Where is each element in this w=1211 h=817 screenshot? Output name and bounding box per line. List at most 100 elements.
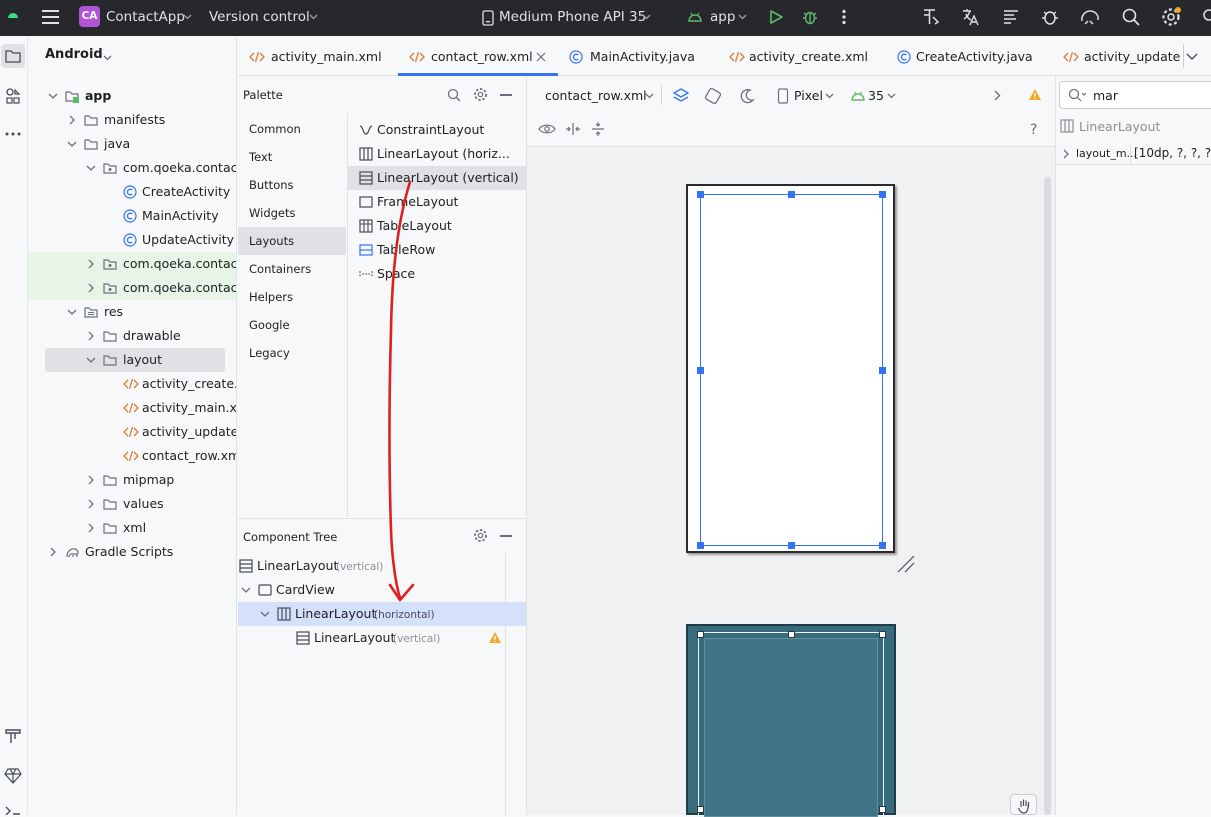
profile-icon[interactable] [1200,9,1211,27]
build-icon[interactable] [4,727,22,745]
chevron-down-icon[interactable] [1186,53,1198,61]
blueprint-preview[interactable] [686,624,896,817]
palette-category-widgets[interactable]: Widgets [238,199,346,227]
terminal-icon[interactable] [4,805,22,815]
tab-activity-create[interactable]: activity_create.xml [728,36,878,76]
hamburger-menu-icon[interactable] [42,9,60,25]
tree-item-layout-file[interactable]: activity_create.xr [28,372,236,396]
tree-item-java[interactable]: java [28,132,236,156]
resize-handle[interactable] [879,191,886,198]
palette-category-google[interactable]: Google [238,311,346,339]
palette-item-linear-layout-vertical[interactable]: LinearLayout (vertical) [348,166,526,190]
device-selector[interactable]: Medium Phone API 35 [499,0,646,36]
device-mirroring-icon[interactable] [1079,7,1101,27]
palette-category-helpers[interactable]: Helpers [238,283,346,311]
orientation-icon[interactable] [704,87,722,105]
resize-handle[interactable] [697,542,704,549]
eye-icon[interactable] [538,123,556,135]
tree-item-test-package[interactable]: com.qoeka.contacta [28,276,236,300]
settings-icon[interactable] [473,528,488,543]
project-tool-button[interactable] [1,44,25,68]
palette-category-containers[interactable]: Containers [238,255,346,283]
resize-handle[interactable] [697,191,704,198]
settings-icon[interactable] [473,87,488,102]
device-preview-selector[interactable]: Pixel [794,88,823,103]
resize-handle[interactable] [697,631,704,638]
component-linear-layout-vertical[interactable]: LinearLayout (vertical) [238,626,526,650]
close-icon[interactable] [536,52,546,62]
attribute-value[interactable]: [10dp, ?, ?, ? [1134,146,1211,160]
attributes-search-input[interactable]: mar [1093,88,1118,103]
tab-activity-update[interactable]: activity_update [1062,36,1182,76]
layout-inspector-icon[interactable] [921,7,941,27]
palette-item-frame-layout[interactable]: FrameLayout [348,190,526,214]
tree-item-main-activity[interactable]: MainActivity [28,204,236,228]
version-control-menu[interactable]: Version control [209,0,310,36]
tree-item-drawable[interactable]: drawable [28,324,236,348]
project-selector[interactable]: ContactApp [106,0,185,36]
palette-item-space[interactable]: Space [348,262,526,286]
gemini-icon[interactable] [4,767,22,785]
attribute-row-layout-margin[interactable]: layout_m... [10dp, ?, ?, ? [1056,143,1211,165]
palette-item-table-row[interactable]: TableRow [348,238,526,262]
layout-file-selector[interactable]: contact_row.xml [545,88,647,103]
run-config-selector[interactable]: app [710,0,735,36]
resize-handle[interactable] [788,542,795,549]
search-icon[interactable] [1121,7,1141,27]
resize-handle[interactable] [697,367,704,374]
tree-item-update-activity[interactable]: UpdateActivity [28,228,236,252]
app-quality-icon[interactable] [1040,7,1060,27]
debug-icon[interactable] [801,8,819,26]
run-icon[interactable] [768,9,784,25]
tab-main-activity[interactable]: MainActivity.java [568,36,708,76]
margin-vertical-icon[interactable] [591,121,605,137]
tree-item-gradle-scripts[interactable]: Gradle Scripts [28,540,236,564]
help-button[interactable]: ? [1030,122,1037,138]
tab-activity-main[interactable]: activity_main.xml [248,36,388,76]
palette-category-legacy[interactable]: Legacy [238,339,346,367]
logcat-icon[interactable] [1001,7,1021,27]
resize-handle[interactable] [788,191,795,198]
tree-item-layout-file[interactable]: activity_main.xm [28,396,236,420]
tree-item-package[interactable]: com.qoeka.contacta [28,156,236,180]
resize-handle[interactable] [879,806,886,813]
tree-item-test-package[interactable]: com.qoeka.contacta [28,252,236,276]
warning-icon[interactable] [488,631,502,644]
minimize-icon[interactable] [500,94,512,96]
warning-icon[interactable] [1028,88,1042,101]
tree-item-mipmap[interactable]: mipmap [28,468,236,492]
tree-item-create-activity[interactable]: CreateActivity [28,180,236,204]
palette-category-text[interactable]: Text [238,143,346,171]
resize-handle[interactable] [697,806,704,813]
component-linear-layout-horizontal[interactable]: LinearLayout (horizontal) [238,602,526,626]
resize-handle[interactable] [788,631,795,638]
pan-tool-button[interactable] [1010,794,1037,815]
component-card-view[interactable]: CardView [238,578,526,602]
night-mode-icon[interactable] [738,87,756,105]
palette-item-constraint-layout[interactable]: ConstraintLayout [348,118,526,142]
tree-item-manifests[interactable]: manifests [28,108,236,132]
tree-item-values[interactable]: values [28,492,236,516]
tree-item-layout-file[interactable]: contact_row.xml [28,444,236,468]
tree-item-layout[interactable]: layout [45,348,225,372]
canvas-resize-handle-icon[interactable] [896,554,916,574]
tree-item-xml[interactable]: xml [28,516,236,540]
resize-handle[interactable] [879,631,886,638]
resize-handle[interactable] [879,542,886,549]
tab-contact-row[interactable]: contact_row.xml [398,36,558,76]
resource-manager-icon[interactable] [5,87,21,105]
palette-item-table-layout[interactable]: TableLayout [348,214,526,238]
resize-handle[interactable] [879,367,886,374]
more-vertical-icon[interactable] [841,9,847,25]
tab-create-activity[interactable]: CreateActivity.java [896,36,1046,76]
margin-horizontal-icon[interactable] [565,122,581,136]
search-icon[interactable] [447,88,461,102]
palette-item-linear-layout-horizontal[interactable]: LinearLayout (horiz... [348,142,526,166]
tree-item-layout-file[interactable]: activity_update.x [28,420,236,444]
translate-icon[interactable] [960,7,980,27]
component-linear-layout-root[interactable]: LinearLayout (vertical) [238,554,526,578]
design-blueprint-icon[interactable] [672,87,690,105]
api-level-selector[interactable]: 35 [868,88,884,103]
minimize-icon[interactable] [500,535,512,537]
attributes-search-box[interactable]: mar [1059,81,1211,109]
